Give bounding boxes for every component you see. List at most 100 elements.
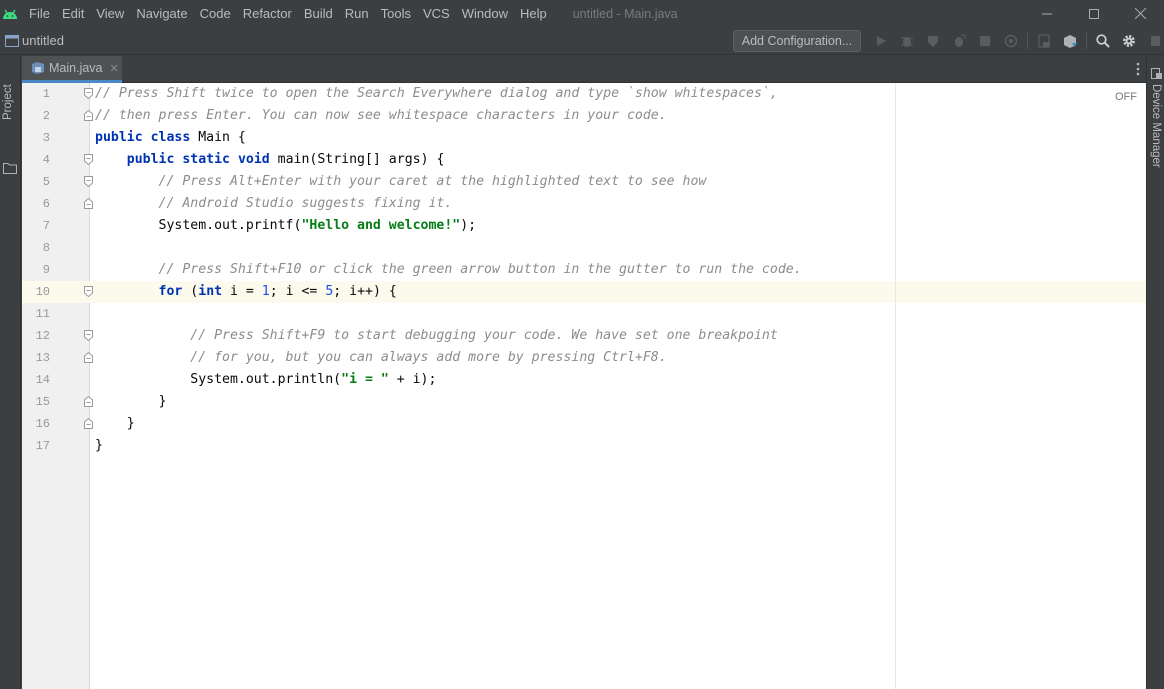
breadcrumb-project[interactable]: untitled [22, 33, 64, 48]
code-line[interactable]: 10 for (int i = 1; i <= 5; i++) { [22, 281, 1146, 303]
code-line[interactable]: 16 } [22, 413, 1146, 435]
window-controls [1023, 0, 1164, 27]
fold-marker-icon[interactable] [84, 418, 93, 429]
code-line[interactable]: 11 [22, 303, 1146, 325]
stop-button[interactable] [972, 27, 998, 55]
line-number: 17 [35, 439, 50, 453]
project-tool-window-button[interactable]: Project [2, 84, 14, 120]
fold-marker-icon[interactable] [84, 396, 93, 407]
line-number: 6 [42, 197, 50, 211]
menu-edit[interactable]: Edit [56, 0, 90, 27]
menu-run[interactable]: Run [339, 0, 375, 27]
search-everywhere-button[interactable] [1090, 27, 1116, 55]
fold-marker-icon[interactable] [84, 330, 93, 341]
sdk-manager-button[interactable] [1057, 27, 1083, 55]
code-line[interactable]: 2 // then press Enter. You can now see wh… [22, 105, 1146, 127]
code-line[interactable]: 1 // Press Shift twice to open the Search… [22, 83, 1146, 105]
java-class-icon [32, 62, 44, 74]
menu-file[interactable]: File [28, 0, 56, 27]
line-number: 11 [35, 307, 50, 321]
code-text: // for you, but you can always add more … [190, 350, 667, 365]
menu-refactor[interactable]: Refactor [237, 0, 298, 27]
menu-window[interactable]: Window [456, 0, 514, 27]
attach-debugger-button[interactable] [946, 27, 972, 55]
more-options-icon[interactable] [1136, 62, 1140, 76]
sdk-manager-icon [1063, 34, 1077, 48]
debug-button[interactable] [894, 27, 920, 55]
code-line[interactable]: 12 // Press Shift+F9 to start debugging … [22, 325, 1146, 347]
add-configuration-button[interactable]: Add Configuration... [733, 30, 861, 52]
title-bar: File Edit View Navigate Code Refactor Build Run… [0, 0, 1164, 27]
code-line[interactable]: 17} [22, 435, 1146, 457]
code-text: } [95, 416, 135, 431]
tab-main-java[interactable]: Main.java ✕ [22, 56, 122, 83]
code-line[interactable]: 8 [22, 237, 1146, 259]
code-line[interactable]: 9 // Press Shift+F10 or click the green … [22, 259, 1146, 281]
fold-marker-icon[interactable] [84, 198, 93, 209]
code-line[interactable]: 14 System.out.println("i = " + i); [22, 369, 1146, 391]
fold-marker-icon[interactable] [84, 88, 93, 99]
close-window-button[interactable] [1117, 0, 1164, 27]
fold-marker-icon[interactable] [84, 176, 93, 187]
fold-marker-icon[interactable] [84, 286, 93, 297]
toolbar-separator [1086, 33, 1087, 49]
line-number: 9 [42, 263, 50, 277]
line-number: 14 [35, 373, 50, 387]
fold-marker-icon[interactable] [84, 154, 93, 165]
code-text: public static void main(String[] args) { [126, 152, 445, 167]
code-editor[interactable]: OFF 1// Press Shift twice to open the Se… [22, 83, 1146, 689]
code-text: // Android Studio suggests fixing it. [158, 196, 453, 211]
line-number: 8 [42, 241, 50, 255]
code-line[interactable]: 7 System.out.printf("Hello and welcome!"… [22, 215, 1146, 237]
menu-view[interactable]: View [90, 0, 130, 27]
fold-marker-icon[interactable] [84, 352, 93, 363]
code-line[interactable]: 15 } [22, 391, 1146, 413]
coverage-button[interactable] [920, 27, 946, 55]
code-with-me-button[interactable] [1142, 27, 1164, 55]
code-line[interactable]: 5 // Press Alt+Enter with your caret at … [22, 171, 1146, 193]
code-text: // then press Enter. You can now see whi… [95, 108, 667, 123]
run-icon [877, 36, 886, 46]
minimize-button[interactable] [1023, 0, 1070, 27]
apply-changes-button[interactable] [998, 27, 1024, 55]
folder-icon [3, 163, 17, 174]
code-text: System.out.printf("Hello and welcome!"); [95, 218, 477, 233]
menu-build[interactable]: Build [298, 0, 339, 27]
code-text: // Press Shift+F10 or click the green ar… [158, 262, 802, 277]
navigation-bar: untitled Add Configuration... [0, 27, 1164, 55]
code-line[interactable]: 4 public static void main(String[] args)… [22, 149, 1146, 171]
stop-icon [980, 36, 990, 46]
code-text: // Press Shift+F9 to start debugging you… [190, 328, 778, 343]
maximize-icon [1088, 8, 1099, 19]
menu-vcs[interactable]: VCS [417, 0, 456, 27]
line-number: 7 [42, 219, 50, 233]
line-number: 15 [35, 395, 50, 409]
tab-close-icon[interactable]: ✕ [110, 62, 119, 75]
menu-help[interactable]: Help [514, 0, 553, 27]
code-text: // Press Alt+Enter with your caret at th… [158, 174, 707, 189]
code-line[interactable]: 3 public class Main { [22, 127, 1146, 149]
device-manager-button[interactable] [1031, 27, 1057, 55]
left-tool-window-strip: Project [0, 56, 21, 689]
right-tool-window-strip: Device Manager [1146, 56, 1164, 689]
tab-label: Main.java [49, 61, 103, 75]
code-with-me-icon [1151, 36, 1160, 46]
line-number: 16 [35, 417, 50, 431]
fold-marker-icon[interactable] [84, 110, 93, 121]
android-studio-logo-icon [0, 6, 20, 22]
maximize-button[interactable] [1070, 0, 1117, 27]
run-button[interactable] [868, 27, 894, 55]
line-number: 4 [42, 153, 50, 167]
menu-code[interactable]: Code [194, 0, 237, 27]
code-text: for (int i = 1; i <= 5; i++) { [158, 284, 397, 299]
device-manager-tool-window-button[interactable]: Device Manager [1150, 84, 1162, 168]
editor-tab-bar: Main.java ✕ [22, 56, 1146, 83]
code-line[interactable]: 6 // Android Studio suggests fixing it. [22, 193, 1146, 215]
menu-navigate[interactable]: Navigate [130, 0, 193, 27]
code-text: System.out.println("i = " + i); [95, 372, 437, 387]
code-line[interactable]: 13 // for you, but you can always add mo… [22, 347, 1146, 369]
settings-button[interactable] [1116, 27, 1142, 55]
device-manager-icon [1038, 34, 1050, 48]
menu-tools[interactable]: Tools [375, 0, 417, 27]
code-text: public class Main { [95, 130, 246, 145]
